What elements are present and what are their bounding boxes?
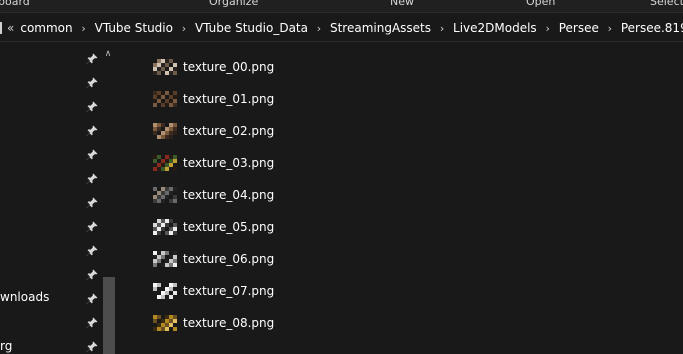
chevron-right-icon[interactable]: › [176,22,192,35]
breadcrumb-common[interactable]: common [17,21,75,35]
list-item[interactable]: texture_00.png [153,55,274,79]
chevron-right-icon[interactable]: › [540,22,556,35]
pin-icon[interactable] [85,148,99,162]
file-list[interactable]: texture_00.png texture_01.png texture_02… [117,42,683,354]
list-item[interactable]: texture_02.png [153,119,274,143]
ribbon-label-clipboard: board [0,0,30,8]
pin-icon[interactable] [85,100,99,114]
ribbon-group-labels: board Organize New Open Select [0,0,683,12]
image-thumbnail-icon [153,123,177,139]
file-name: texture_02.png [183,124,275,138]
nav-item-downloads-label[interactable]: wnloads [0,290,49,304]
ribbon-label-organize: Organize [209,0,259,8]
chevron-right-icon[interactable]: › [76,22,92,35]
image-thumbnail-icon [153,251,177,267]
nav-item-partial-label[interactable]: rg [0,339,12,353]
breadcrumb-persee-8192[interactable]: Persee.8192 [618,21,683,35]
file-name: texture_01.png [183,92,275,106]
breadcrumb-live2dmodels[interactable]: Live2DModels [450,21,540,35]
pin-icon[interactable] [85,76,99,90]
file-name: texture_00.png [183,60,275,74]
pin-icon[interactable] [85,244,99,258]
pin-icon[interactable] [85,52,99,66]
image-thumbnail-icon [153,155,177,171]
image-thumbnail-icon [153,59,177,75]
chevron-right-icon[interactable]: › [311,22,327,35]
chevron-right-icon[interactable]: › [434,22,450,35]
ribbon-label-select: Select [650,0,683,8]
breadcrumb-streamingassets[interactable]: StreamingAssets [327,21,434,35]
file-name: texture_08.png [183,316,275,330]
file-name: texture_05.png [183,220,275,234]
file-name: texture_06.png [183,252,275,266]
navigation-pane[interactable]: wnloads rg ∧ [0,42,117,354]
breadcrumb-persee[interactable]: Persee [556,21,602,35]
pin-icon[interactable] [85,292,99,306]
ribbon-label-new: New [390,0,414,8]
image-thumbnail-icon [153,283,177,299]
list-item[interactable]: texture_07.png [153,279,274,303]
address-bar[interactable]: « common › VTube Studio › VTube Studio_D… [0,12,683,42]
pin-icon[interactable] [85,172,99,186]
breadcrumb: « common › VTube Studio › VTube Studio_D… [0,13,683,43]
pin-icon[interactable] [85,340,99,354]
file-name: texture_03.png [183,156,275,170]
pin-icon[interactable] [85,220,99,234]
pin-icon[interactable] [85,196,99,210]
ribbon-label-open: Open [526,0,556,8]
pin-icon[interactable] [85,316,99,330]
list-item[interactable]: texture_03.png [153,151,274,175]
list-item[interactable]: texture_05.png [153,215,274,239]
breadcrumb-vtube-studio[interactable]: VTube Studio [92,21,176,35]
file-name: texture_07.png [183,284,275,298]
pin-icon[interactable] [85,124,99,138]
image-thumbnail-icon [153,187,177,203]
nav-scrollbar-thumb[interactable] [103,277,115,354]
breadcrumb-vtube-studio-data[interactable]: VTube Studio_Data [192,21,311,35]
list-item[interactable]: texture_04.png [153,183,274,207]
breadcrumb-overflow-button[interactable]: « [7,21,14,35]
chevron-right-icon[interactable]: › [602,22,618,35]
image-thumbnail-icon [153,219,177,235]
list-item[interactable]: texture_06.png [153,247,274,271]
list-item[interactable]: texture_01.png [153,87,274,111]
image-thumbnail-icon [153,315,177,331]
image-thumbnail-icon [153,91,177,107]
file-name: texture_04.png [183,188,275,202]
scroll-up-arrow-icon[interactable]: ∧ [101,48,115,60]
pin-icon[interactable] [85,268,99,282]
list-item[interactable]: texture_08.png [153,311,274,335]
